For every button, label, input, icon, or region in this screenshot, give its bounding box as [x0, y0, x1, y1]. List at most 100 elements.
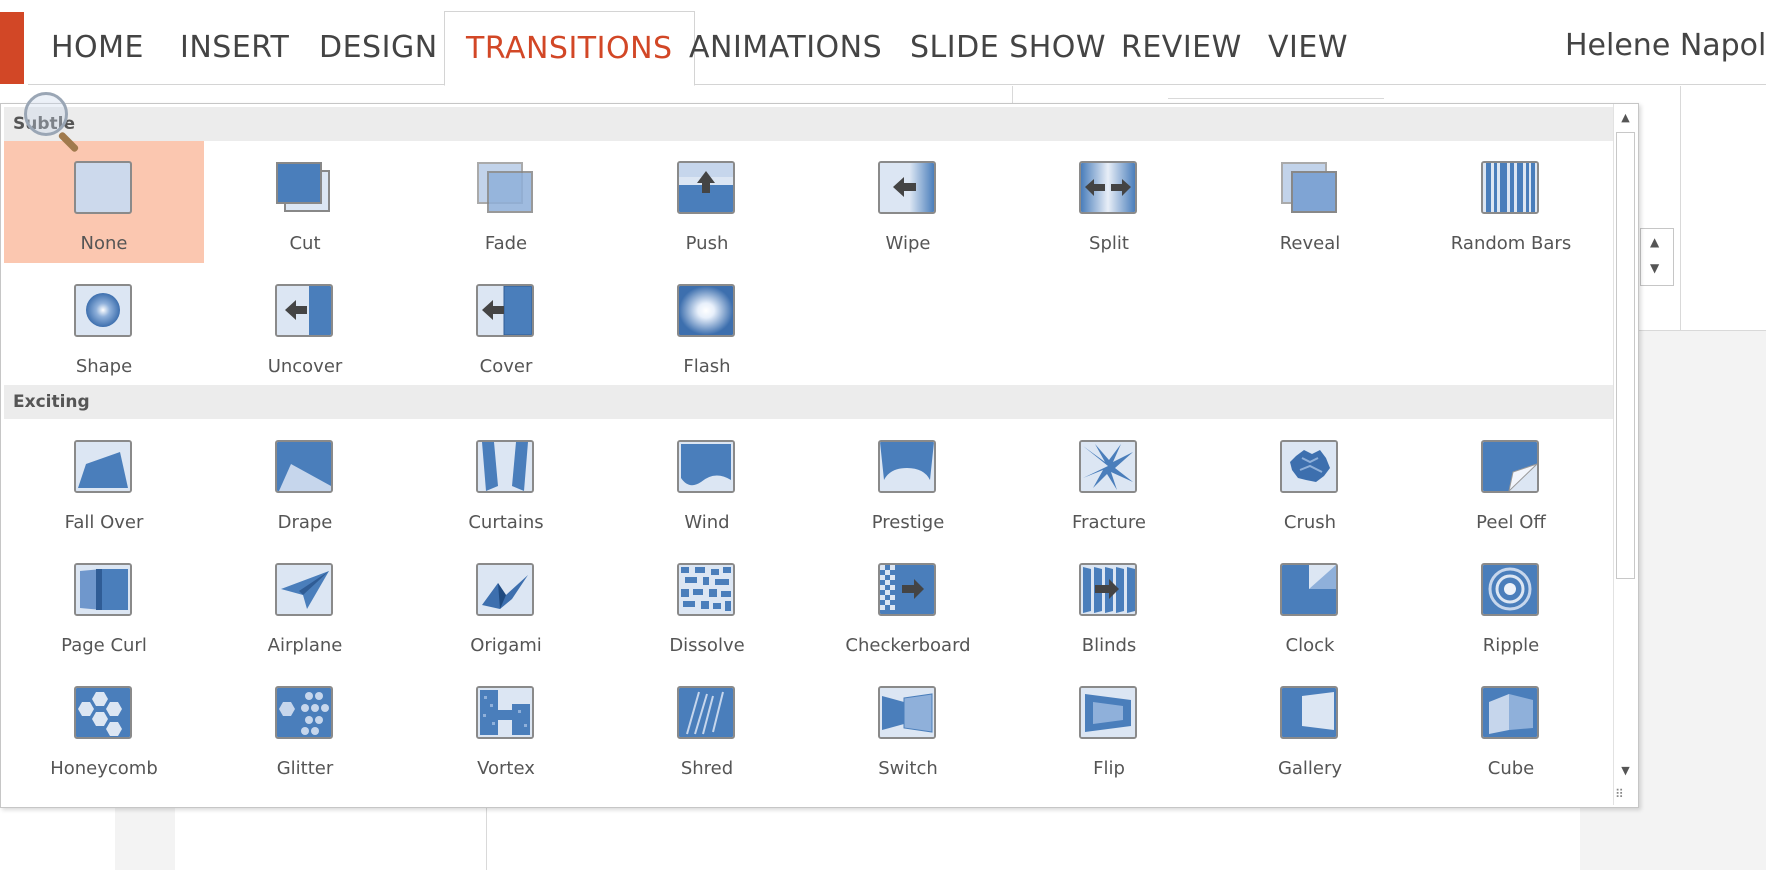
transition-wipe[interactable]: Wipe — [808, 141, 1008, 263]
user-name[interactable]: Helene Napolita — [1565, 28, 1766, 63]
spin-down-icon[interactable]: ▼ — [1650, 261, 1659, 275]
transition-peel-off[interactable]: Peel Off — [1411, 420, 1611, 542]
random-bars-icon — [1481, 161, 1539, 214]
fall-over-icon — [74, 440, 132, 493]
scroll-up-icon[interactable]: ▲ — [1616, 107, 1635, 129]
resize-grip-icon[interactable]: ⠿ — [1615, 787, 1624, 801]
tab-slide-show[interactable]: SLIDE SHOW — [910, 30, 1106, 65]
push-icon — [677, 161, 735, 214]
transition-uncover[interactable]: Uncover — [205, 264, 405, 386]
transition-split[interactable]: Split — [1009, 141, 1209, 263]
blinds-icon — [1079, 563, 1137, 616]
tab-home[interactable]: HOME — [51, 30, 144, 65]
app-accent-bar — [0, 12, 24, 84]
prestige-icon — [878, 440, 936, 493]
transition-wind[interactable]: Wind — [607, 420, 807, 542]
drape-icon — [275, 440, 333, 493]
wind-icon — [677, 440, 735, 493]
transition-flip[interactable]: Flip — [1009, 666, 1209, 788]
gallery-icon — [1280, 686, 1338, 739]
split-icon — [1079, 161, 1137, 214]
tab-transitions[interactable]: TRANSITIONS — [444, 11, 695, 86]
slide-workspace — [1580, 806, 1766, 870]
tab-animations[interactable]: ANIMATIONS — [689, 30, 882, 65]
transition-reveal[interactable]: Reveal — [1210, 141, 1410, 263]
transition-push[interactable]: Push — [607, 141, 807, 263]
transition-prestige[interactable]: Prestige — [808, 420, 1008, 542]
transition-random-bars[interactable]: Random Bars — [1411, 141, 1611, 263]
transition-crush[interactable]: Crush — [1210, 420, 1410, 542]
shape-icon — [74, 284, 132, 337]
transition-vortex[interactable]: Vortex — [406, 666, 606, 788]
transition-honeycomb[interactable]: Honeycomb — [4, 666, 204, 788]
transition-fade[interactable]: Fade — [406, 141, 606, 263]
glitter-icon — [275, 686, 333, 739]
slide-thumbnails-pane — [115, 806, 175, 870]
transition-origami[interactable]: Origami — [406, 543, 606, 665]
ripple-icon — [1481, 563, 1539, 616]
page-curl-icon — [74, 563, 132, 616]
spin-up-icon[interactable]: ▲ — [1650, 235, 1659, 249]
transition-checkerboard[interactable]: Checkerboard — [808, 543, 1008, 665]
transition-shred[interactable]: Shred — [607, 666, 807, 788]
transition-curtains[interactable]: Curtains — [406, 420, 606, 542]
scroll-thumb[interactable] — [1616, 132, 1635, 579]
uncover-icon — [275, 284, 333, 337]
honeycomb-icon — [74, 686, 132, 739]
transition-cube[interactable]: Cube — [1411, 666, 1611, 788]
transition-gallery: Subtle None Cut Fade Push Wipe Split Rev… — [0, 103, 1639, 808]
tab-design[interactable]: DESIGN — [319, 30, 438, 65]
transition-fall-over[interactable]: Fall Over — [4, 420, 204, 542]
ribbon-tab-bar: HOME INSERT DESIGN TRANSITIONS ANIMATION… — [28, 0, 1766, 86]
scroll-down-icon[interactable]: ▼ — [1616, 760, 1635, 782]
peel-off-icon — [1481, 440, 1539, 493]
dissolve-icon — [677, 563, 735, 616]
workspace-divider — [1680, 86, 1681, 330]
section-header-exciting: Exciting — [4, 385, 1613, 419]
fracture-icon — [1079, 440, 1137, 493]
transition-shape[interactable]: Shape — [4, 264, 204, 386]
cut-icon — [275, 161, 333, 214]
transition-drape[interactable]: Drape — [205, 420, 405, 542]
origami-icon — [476, 563, 534, 616]
transition-cut[interactable]: Cut — [205, 141, 405, 263]
transition-clock[interactable]: Clock — [1210, 543, 1410, 665]
shred-icon — [677, 686, 735, 739]
cube-icon — [1481, 686, 1539, 739]
transition-flash[interactable]: Flash — [607, 264, 807, 386]
reveal-icon — [1280, 161, 1338, 214]
wipe-icon — [878, 161, 936, 214]
transition-page-curl[interactable]: Page Curl — [4, 543, 204, 665]
curtains-icon — [476, 440, 534, 493]
duration-spinner[interactable]: ▲ ▼ — [1640, 228, 1674, 286]
tab-review[interactable]: REVIEW — [1121, 30, 1242, 65]
crush-icon — [1280, 440, 1338, 493]
slide-workspace — [1637, 331, 1766, 870]
transition-dissolve[interactable]: Dissolve — [607, 543, 807, 665]
switch-icon — [878, 686, 936, 739]
transition-switch[interactable]: Switch — [808, 666, 1008, 788]
field-border — [1168, 98, 1384, 99]
transition-gallery[interactable]: Gallery — [1210, 666, 1410, 788]
gallery-scrollbar[interactable]: ▲ ▼ — [1613, 104, 1637, 805]
pane-divider — [486, 806, 487, 870]
transition-glitter[interactable]: Glitter — [205, 666, 405, 788]
magnifier-cursor-icon — [24, 92, 68, 136]
transition-cover[interactable]: Cover — [406, 264, 606, 386]
clock-icon — [1280, 563, 1338, 616]
checkerboard-icon — [878, 563, 936, 616]
transition-ripple[interactable]: Ripple — [1411, 543, 1611, 665]
flip-icon — [1079, 686, 1137, 739]
transition-none[interactable]: None — [4, 141, 204, 263]
fade-icon — [476, 161, 534, 214]
tab-insert[interactable]: INSERT — [180, 30, 289, 65]
flash-icon — [677, 284, 735, 337]
airplane-icon — [275, 563, 333, 616]
transition-blinds[interactable]: Blinds — [1009, 543, 1209, 665]
none-icon — [74, 161, 132, 214]
tab-view[interactable]: VIEW — [1268, 30, 1348, 65]
vortex-icon — [476, 686, 534, 739]
transition-fracture[interactable]: Fracture — [1009, 420, 1209, 542]
transition-airplane[interactable]: Airplane — [205, 543, 405, 665]
cover-icon — [476, 284, 534, 337]
